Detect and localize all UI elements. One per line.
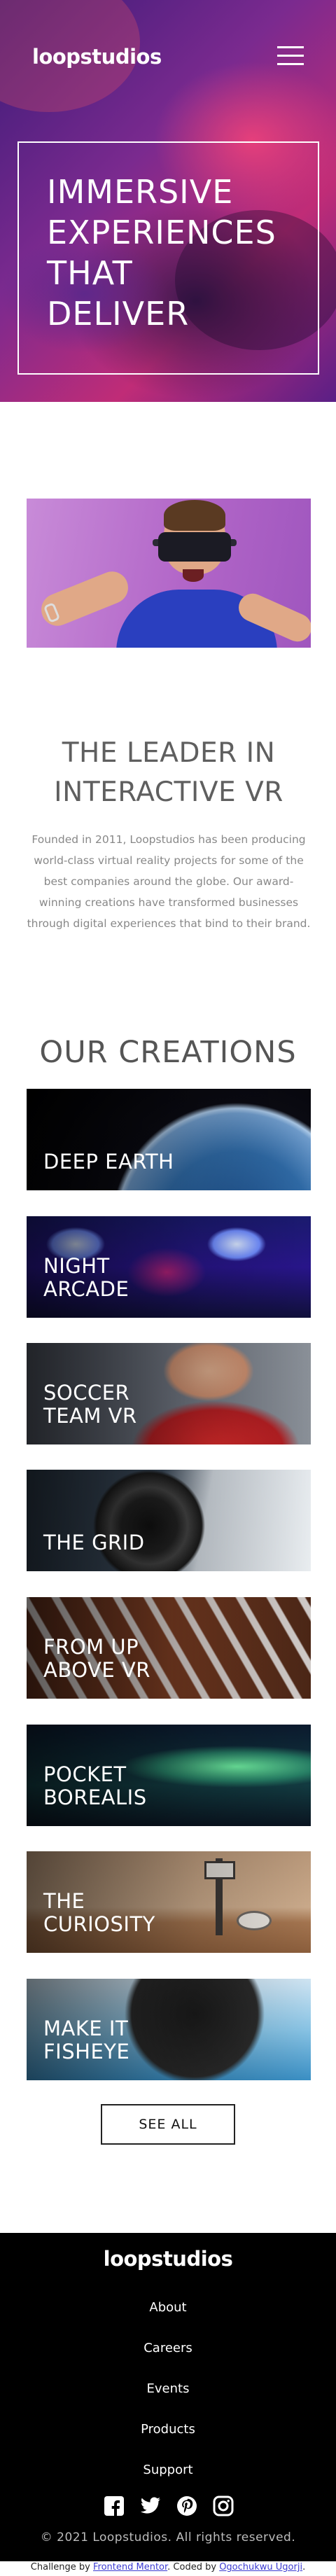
frontend-mentor-link[interactable]: Frontend Mentor: [93, 2562, 167, 2572]
pinterest-icon[interactable]: [175, 2494, 199, 2518]
creation-label: From up above VR: [43, 1635, 150, 1682]
creation-card-deep-earth[interactable]: Deep earth: [27, 1089, 311, 1190]
person-hair: [164, 500, 225, 531]
person-mouth: [183, 569, 204, 582]
vr-person-image: [27, 499, 311, 648]
footer-logo[interactable]: loopstudios: [0, 2247, 336, 2271]
creation-card-soccer-team-vr[interactable]: Soccer team VR: [27, 1343, 311, 1444]
footer-nav: About Careers Events Products Support: [0, 2297, 336, 2500]
about-body: Founded in 2011, Loopstudios has been pr…: [27, 833, 311, 930]
site-footer: loopstudios About Careers Events Product…: [0, 2233, 336, 2576]
card-overlay: [27, 1089, 311, 1190]
hero-headline-box: Immersive experiences that deliver: [18, 141, 319, 375]
copyright-text: © 2021 Loopstudios. All rights reserved.: [40, 2530, 296, 2544]
footer-link-events[interactable]: Events: [0, 2379, 336, 2419]
attribution-middle: . Coded by: [167, 2562, 217, 2572]
creation-label: Make it fisheye: [43, 2017, 130, 2063]
hero-headline: Immersive experiences that deliver: [47, 173, 276, 333]
footer-link-careers[interactable]: Careers: [0, 2338, 336, 2379]
creation-card-make-it-fisheye[interactable]: Make it fisheye: [27, 1979, 311, 2080]
creation-card-night-arcade[interactable]: Night arcade: [27, 1216, 311, 1318]
creation-label: Pocket borealis: [43, 1762, 147, 1809]
attribution-bar: Challenge by Frontend Mentor. Coded by O…: [0, 2561, 336, 2576]
creation-card-from-up-above-vr[interactable]: From up above VR: [27, 1597, 311, 1699]
creation-label: The grid: [43, 1531, 145, 1554]
creations-title: Our creations: [39, 1035, 297, 1070]
hamburger-icon[interactable]: [277, 46, 304, 66]
vr-headset: [158, 532, 231, 562]
attribution-prefix: Challenge by: [30, 2562, 90, 2572]
creation-label: Night arcade: [43, 1254, 130, 1301]
facebook-icon[interactable]: [102, 2494, 126, 2518]
creation-card-the-curiosity[interactable]: The curiosity: [27, 1851, 311, 1953]
instagram-icon[interactable]: [211, 2494, 235, 2518]
creation-card-the-grid[interactable]: The grid: [27, 1470, 311, 1571]
footer-link-products[interactable]: Products: [0, 2419, 336, 2460]
about-section: The leader in interactive VR Founded in …: [27, 734, 311, 934]
creation-label: The curiosity: [43, 1889, 155, 1936]
footer-link-about[interactable]: About: [0, 2297, 336, 2338]
creation-card-pocket-borealis[interactable]: Pocket borealis: [27, 1725, 311, 1826]
twitter-icon[interactable]: [139, 2494, 162, 2518]
creation-label: Deep earth: [43, 1150, 174, 1174]
see-all-button[interactable]: See all: [101, 2104, 235, 2145]
creation-label: Soccer team VR: [43, 1381, 137, 1428]
social-links: [102, 2493, 235, 2519]
site-logo[interactable]: loopstudios: [32, 45, 162, 69]
author-link[interactable]: Ogochukwu Ugorji: [219, 2562, 302, 2572]
attribution-suffix: .: [302, 2562, 306, 2572]
hero-section: loopstudios Immersive experiences that d…: [0, 0, 336, 402]
about-title: The leader in interactive VR: [54, 737, 284, 808]
card-overlay: [27, 1470, 311, 1571]
